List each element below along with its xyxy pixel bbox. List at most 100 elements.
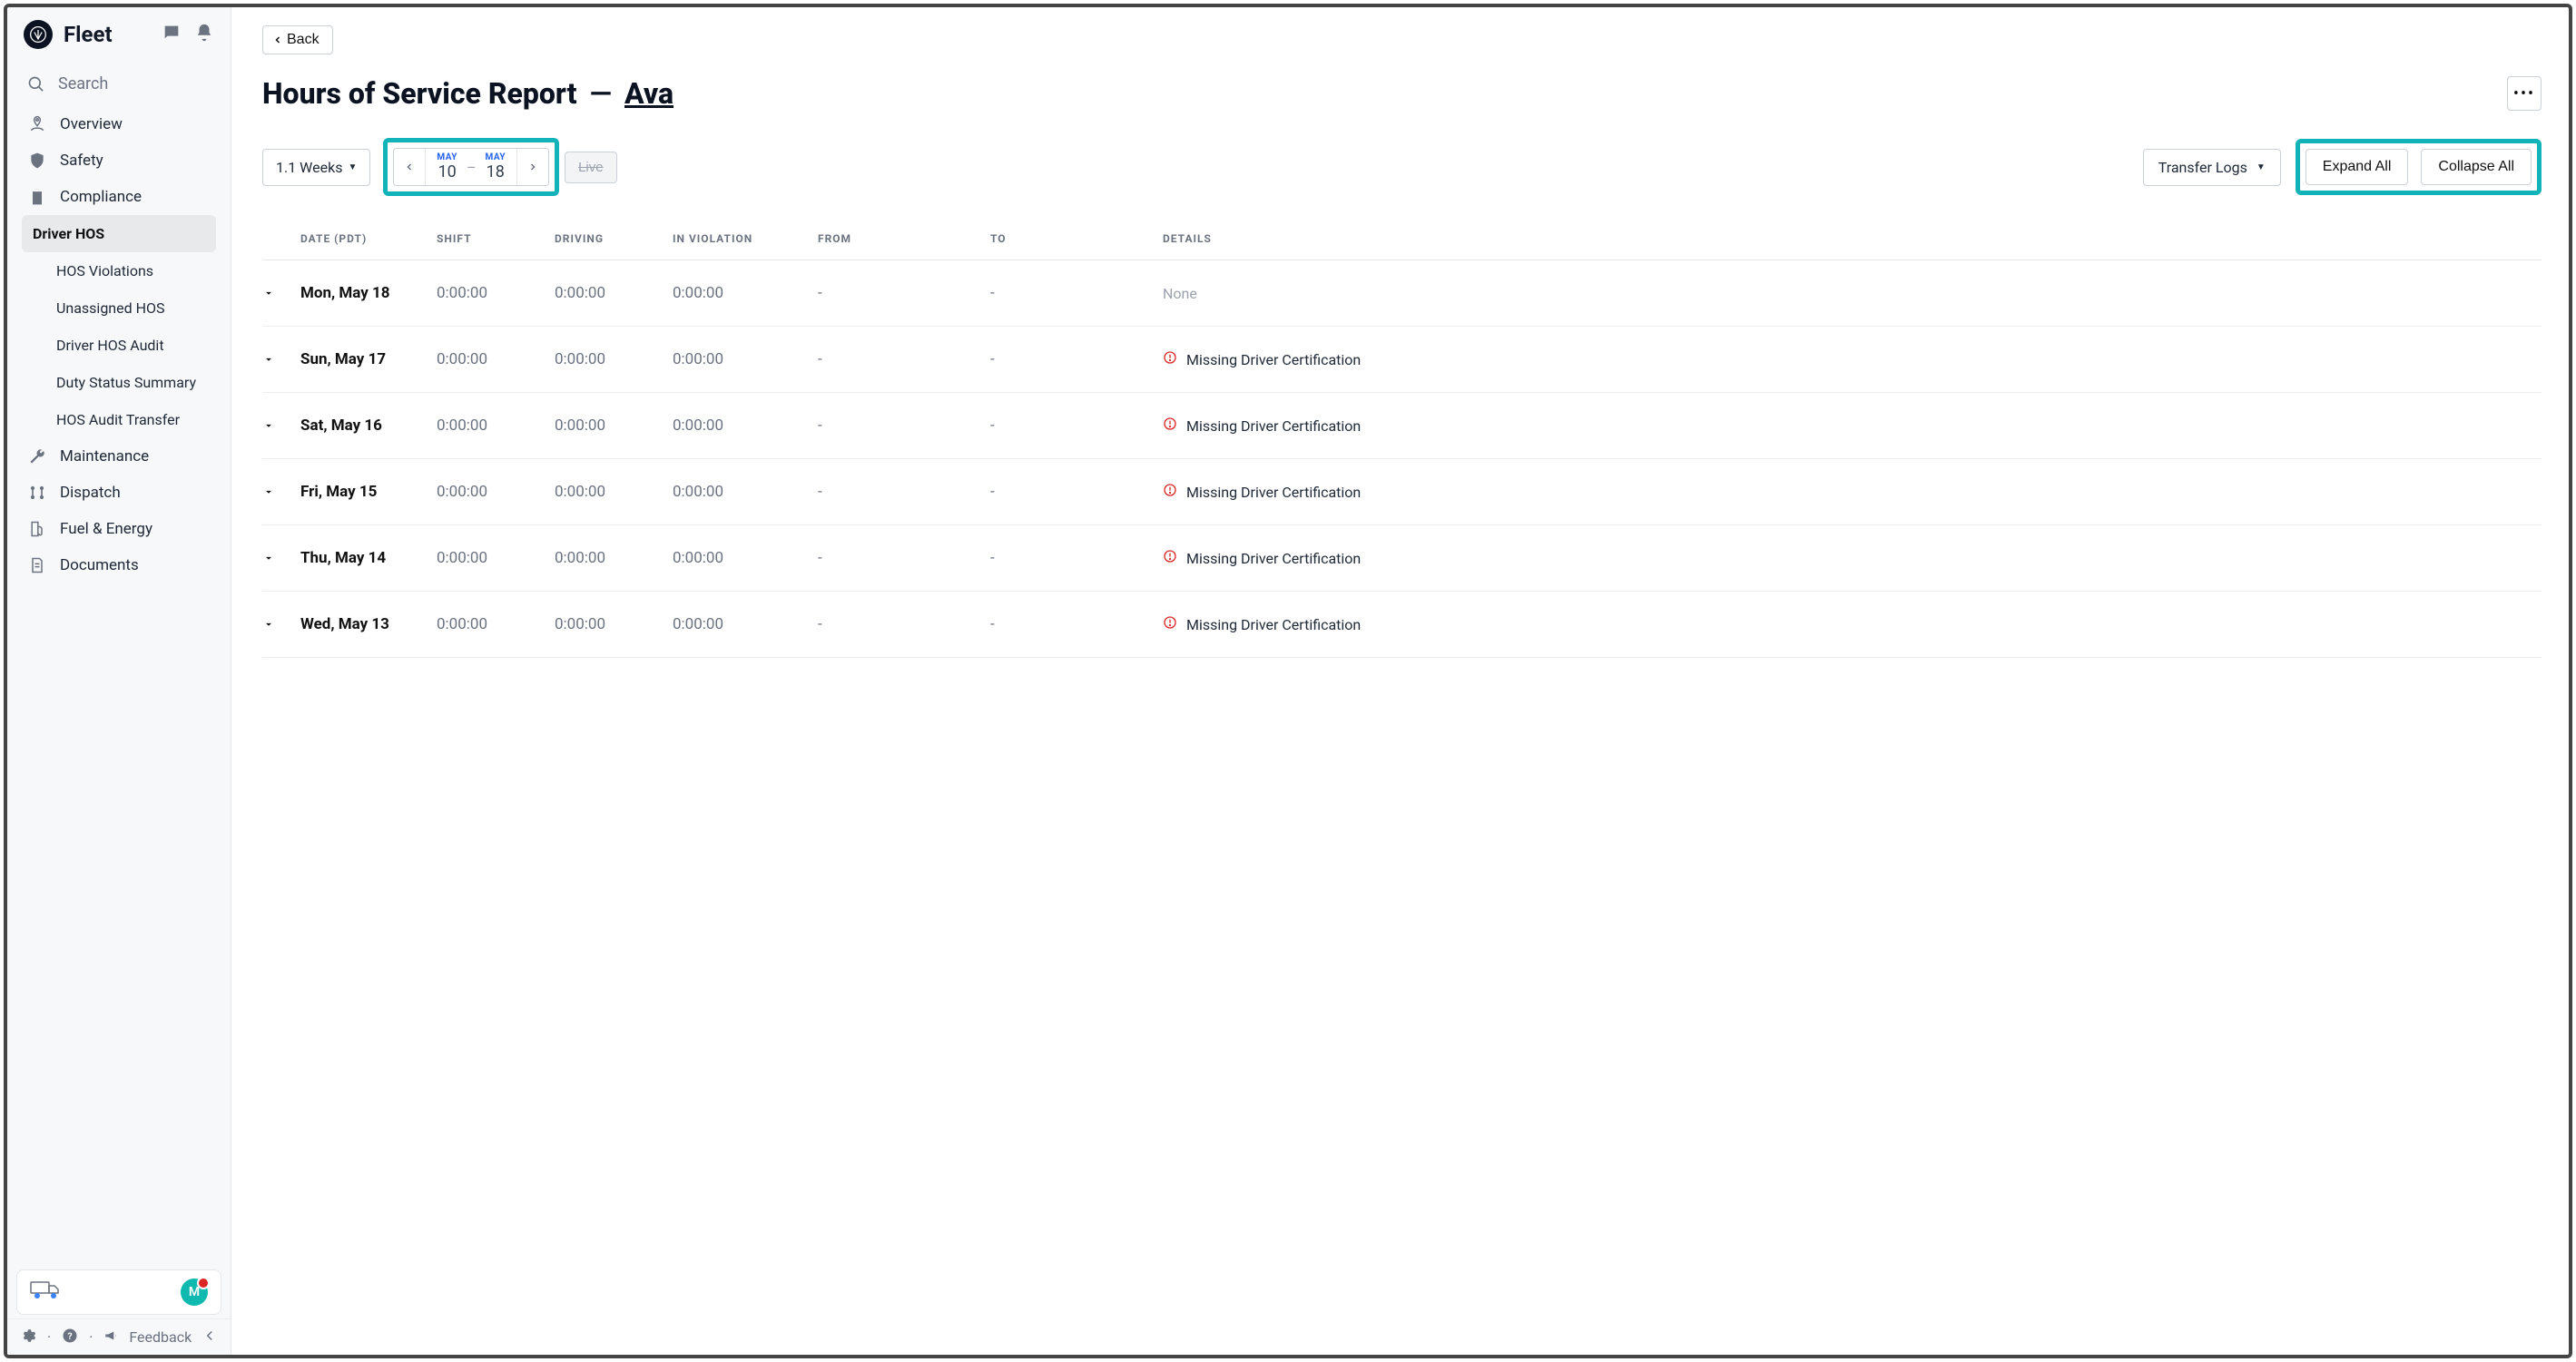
collapse-sidebar-icon[interactable] xyxy=(202,1328,218,1347)
cell-to: - xyxy=(990,416,1163,435)
th-in-violation: IN VIOLATION xyxy=(673,232,818,245)
live-button: Live xyxy=(565,152,617,183)
cell-date: Sat, May 16 xyxy=(300,416,437,435)
cell-date: Wed, May 13 xyxy=(300,615,437,633)
table-row: Thu, May 140:00:000:00:000:00:00--Missin… xyxy=(262,525,2542,592)
subnav-hos-violations[interactable]: HOS Violations xyxy=(7,252,231,289)
sidebar-item-label: Compliance xyxy=(60,188,142,206)
subnav-hos-audit-transfer[interactable]: HOS Audit Transfer xyxy=(7,401,231,438)
cell-from: - xyxy=(818,284,990,302)
transfer-label: Transfer Logs xyxy=(2158,159,2247,176)
brand-title: Fleet xyxy=(64,22,113,47)
warning-icon xyxy=(1163,483,1177,501)
caret-down-icon: ▼ xyxy=(2256,162,2266,172)
cell-details: Missing Driver Certification xyxy=(1163,549,2542,567)
cell-from: - xyxy=(818,549,990,567)
sidebar-item-fuel-energy[interactable]: Fuel & Energy xyxy=(7,511,231,547)
cell-in-violation: 0:00:00 xyxy=(673,416,818,435)
expand-all-button[interactable]: Expand All xyxy=(2306,149,2409,185)
cell-in-violation: 0:00:00 xyxy=(673,284,818,302)
subnav-driver-hos[interactable]: Driver HOS xyxy=(22,215,216,252)
row-expander[interactable] xyxy=(262,287,300,299)
sidebar-header: Fleet xyxy=(7,7,231,58)
date-range-display[interactable]: MAY 10 – MAY 18 xyxy=(425,149,517,185)
search-input[interactable]: Search xyxy=(7,58,231,101)
cell-from: - xyxy=(818,350,990,368)
sidebar-item-label: Fuel & Energy xyxy=(60,520,152,538)
cell-details: Missing Driver Certification xyxy=(1163,416,2542,435)
row-expander[interactable] xyxy=(262,485,300,498)
table-row: Sat, May 160:00:000:00:000:00:00--Missin… xyxy=(262,393,2542,459)
start-month: MAY xyxy=(437,152,457,162)
cell-details: None xyxy=(1163,285,2542,302)
svg-text:?: ? xyxy=(68,1329,73,1341)
cell-details: Missing Driver Certification xyxy=(1163,350,2542,368)
table-header: DATE (PDT) SHIFT DRIVING IN VIOLATION FR… xyxy=(262,232,2542,260)
avatar[interactable]: M xyxy=(181,1279,208,1306)
help-icon[interactable]: ? xyxy=(62,1328,78,1347)
table-row: Sun, May 170:00:000:00:000:00:00--Missin… xyxy=(262,327,2542,393)
end-month: MAY xyxy=(485,152,506,162)
row-expander[interactable] xyxy=(262,552,300,564)
th-driving: DRIVING xyxy=(555,232,673,245)
hos-table: DATE (PDT) SHIFT DRIVING IN VIOLATION FR… xyxy=(262,232,2542,658)
subnav-driver-hos-audit[interactable]: Driver HOS Audit xyxy=(7,327,231,364)
sidebar-item-label: Maintenance xyxy=(60,447,149,465)
table-row: Wed, May 130:00:000:00:000:00:00--Missin… xyxy=(262,592,2542,658)
back-button[interactable]: Back xyxy=(262,25,333,54)
notifications-icon[interactable] xyxy=(194,23,214,46)
wrench-icon xyxy=(27,447,47,465)
route-icon xyxy=(27,484,47,502)
main-content: Back Hours of Service Report — Ava ••• 1… xyxy=(231,7,2569,1355)
row-expander[interactable] xyxy=(262,353,300,366)
subnav-unassigned-hos[interactable]: Unassigned HOS xyxy=(7,289,231,327)
megaphone-icon[interactable] xyxy=(103,1328,120,1347)
subnav-duty-status-summary[interactable]: Duty Status Summary xyxy=(7,364,231,401)
sidebar-item-overview[interactable]: Overview xyxy=(7,106,231,142)
clipboard-icon xyxy=(27,188,47,206)
row-expander[interactable] xyxy=(262,419,300,432)
settings-icon[interactable] xyxy=(20,1328,36,1347)
sidebar-user-card[interactable]: M xyxy=(16,1269,221,1315)
th-date: DATE (PDT) xyxy=(300,232,437,245)
warning-icon xyxy=(1163,416,1177,435)
truck-icon xyxy=(30,1279,61,1307)
sidebar-item-compliance[interactable]: Compliance xyxy=(7,179,231,215)
date-range-highlight: MAY 10 – MAY 18 xyxy=(383,138,559,196)
start-day: 10 xyxy=(437,162,457,181)
messages-icon[interactable] xyxy=(162,23,182,46)
cell-to: - xyxy=(990,549,1163,567)
sidebar: Fleet Search xyxy=(7,7,231,1355)
toolbar: 1.1 Weeks ▼ MAY 10 – xyxy=(262,138,2542,196)
more-actions-button[interactable]: ••• xyxy=(2507,76,2542,111)
collapse-all-button[interactable]: Collapse All xyxy=(2421,149,2532,185)
weeks-dropdown[interactable]: 1.1 Weeks ▼ xyxy=(262,149,370,186)
cell-date: Sun, May 17 xyxy=(300,350,437,368)
sidebar-item-documents[interactable]: Documents xyxy=(7,547,231,583)
sidebar-item-dispatch[interactable]: Dispatch xyxy=(7,475,231,511)
cell-to: - xyxy=(990,615,1163,633)
sidebar-item-safety[interactable]: Safety xyxy=(7,142,231,179)
cell-details: Missing Driver Certification xyxy=(1163,615,2542,633)
table-row: Mon, May 180:00:000:00:000:00:00--None xyxy=(262,260,2542,327)
sidebar-item-maintenance[interactable]: Maintenance xyxy=(7,438,231,475)
cell-driving: 0:00:00 xyxy=(555,284,673,302)
cell-driving: 0:00:00 xyxy=(555,350,673,368)
th-to: TO xyxy=(990,232,1163,245)
cell-from: - xyxy=(818,416,990,435)
primary-nav: Overview Safety Compliance Driver HOS HO… xyxy=(7,101,231,589)
warning-icon xyxy=(1163,350,1177,368)
transfer-logs-dropdown[interactable]: Transfer Logs ▼ xyxy=(2143,149,2281,186)
date-prev-button[interactable] xyxy=(394,149,425,185)
date-next-button[interactable] xyxy=(517,149,548,185)
cell-shift: 0:00:00 xyxy=(437,549,555,567)
search-label: Search xyxy=(58,74,108,93)
warning-icon xyxy=(1163,615,1177,633)
cell-shift: 0:00:00 xyxy=(437,615,555,633)
overview-icon xyxy=(27,115,47,133)
sidebar-item-label: Dispatch xyxy=(60,484,121,502)
driver-name-link[interactable]: Ava xyxy=(624,76,673,111)
row-expander[interactable] xyxy=(262,618,300,631)
feedback-link[interactable]: Feedback xyxy=(129,1328,192,1346)
end-day: 18 xyxy=(485,162,506,181)
